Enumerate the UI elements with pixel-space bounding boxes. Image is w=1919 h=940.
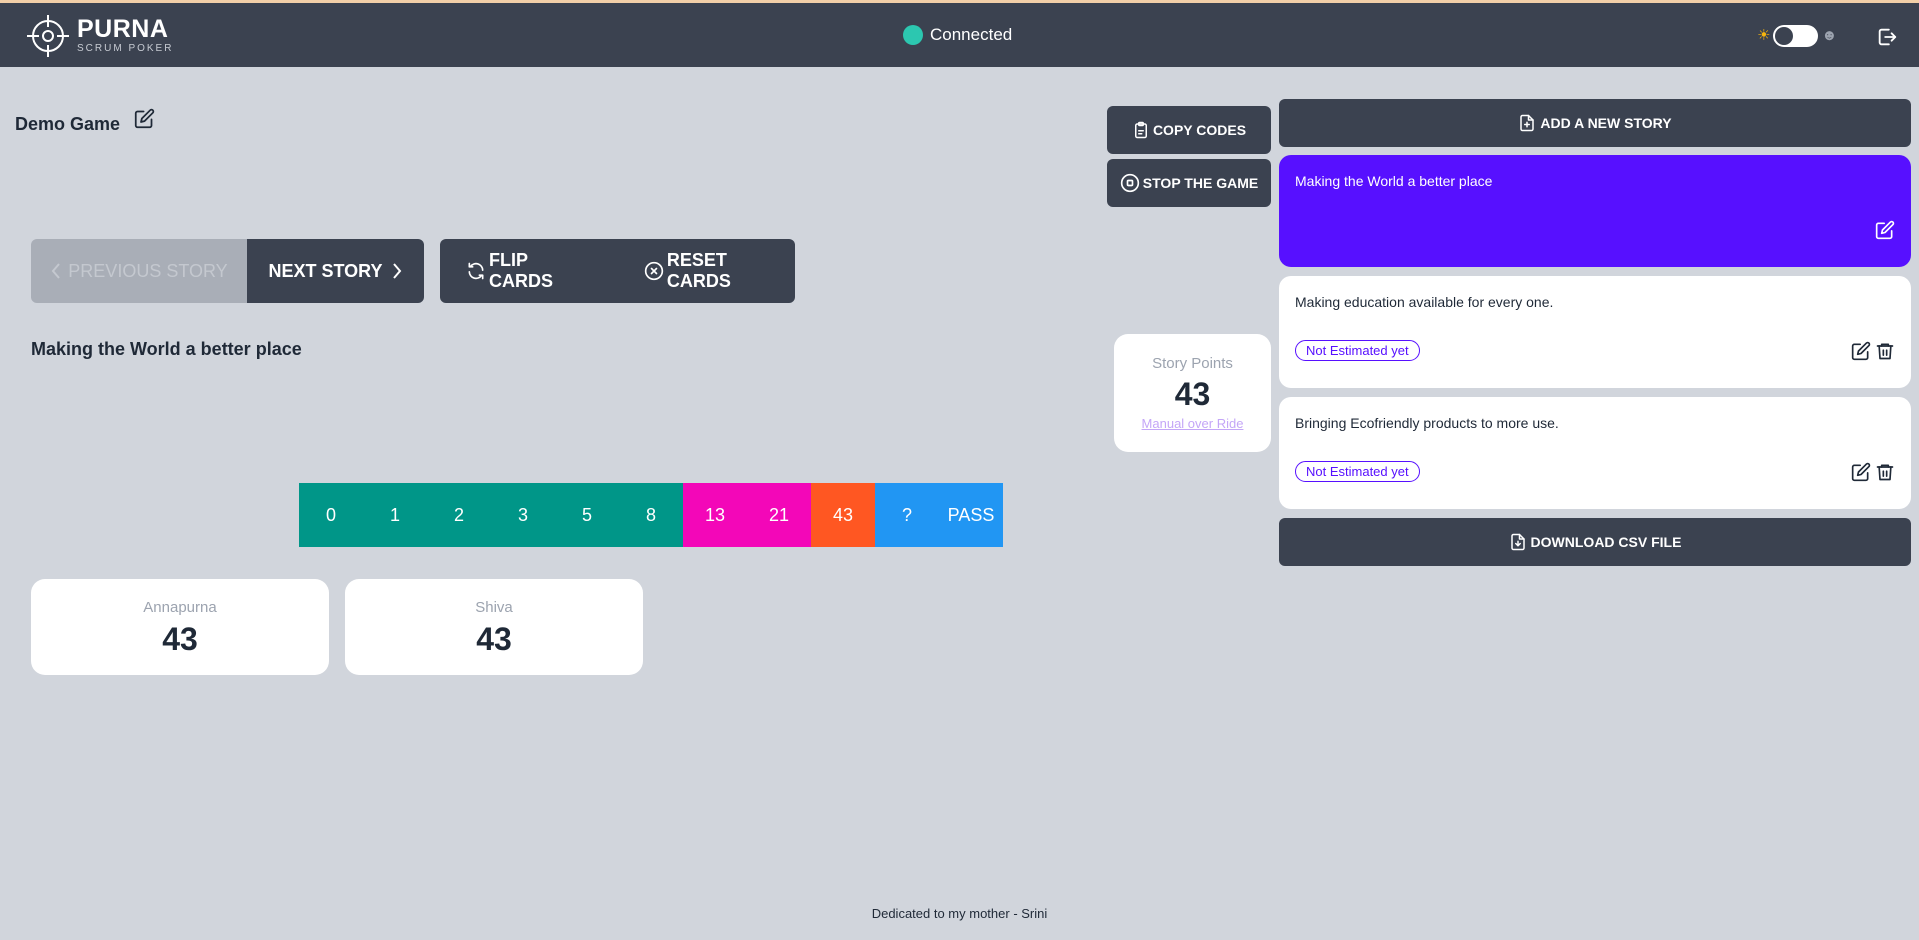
previous-story-button[interactable]: PREVIOUS STORY — [31, 239, 247, 303]
player-name: Annapurna — [143, 599, 217, 616]
moon-icon: ☻ — [1821, 27, 1838, 44]
story-item-active[interactable]: Making the World a better place — [1279, 155, 1911, 267]
poker-card[interactable]: 43 — [811, 483, 875, 547]
footer-dedication: Dedicated to my mother - Srini — [871, 906, 1048, 921]
story-navigation: PREVIOUS STORY NEXT STORY — [31, 239, 424, 303]
chevron-left-icon — [50, 262, 62, 280]
copy-codes-button[interactable]: COPY CODES — [1107, 106, 1271, 154]
logo-name: PURNA — [77, 15, 169, 43]
logo-text: PURNA SCRUM POKER — [77, 17, 173, 55]
story-title: Making the World a better place — [1295, 173, 1493, 189]
story-actions — [1851, 341, 1895, 361]
story-item[interactable]: Making education available for every one… — [1279, 276, 1911, 388]
file-download-icon — [1509, 532, 1527, 552]
story-actions — [1851, 462, 1895, 482]
poker-card[interactable]: 3 — [491, 483, 555, 547]
poker-card[interactable]: PASS — [939, 483, 1003, 547]
connection-dot-icon — [903, 25, 923, 45]
file-plus-icon — [1518, 113, 1536, 133]
next-story-button[interactable]: NEXT STORY — [247, 239, 424, 303]
connection-label: Connected — [930, 25, 1013, 44]
story-points-card: Story Points 43 Manual over Ride — [1114, 334, 1271, 452]
reset-cards-label: RESET CARDS — [666, 250, 731, 291]
theme-toggle[interactable] — [1773, 25, 1819, 47]
poker-card[interactable]: 2 — [427, 483, 491, 547]
story-title: Bringing Ecofriendly products to more us… — [1295, 415, 1559, 431]
copy-codes-label: COPY CODES — [1152, 122, 1247, 138]
clipboard-icon — [1132, 120, 1150, 140]
toggle-knob — [1775, 27, 1794, 45]
logout-icon[interactable] — [1876, 26, 1898, 48]
story-points-label: Story Points — [1152, 355, 1233, 372]
edit-story-icon[interactable] — [1851, 462, 1871, 482]
flip-cards-button[interactable]: FLIP CARDS — [466, 250, 596, 292]
poker-card[interactable]: 21 — [747, 483, 811, 547]
poker-card[interactable]: ? — [875, 483, 939, 547]
reset-cards-button[interactable]: RESET CARDS — [644, 250, 795, 292]
trash-icon[interactable] — [1875, 462, 1895, 482]
edit-game-title-icon[interactable] — [134, 108, 155, 129]
add-story-button[interactable]: ADD A NEW STORY — [1279, 99, 1911, 147]
story-item[interactable]: Bringing Ecofriendly products to more us… — [1279, 397, 1911, 509]
app-logo[interactable]: PURNA SCRUM POKER — [26, 14, 173, 58]
story-title: Making education available for every one… — [1295, 294, 1554, 310]
download-csv-button[interactable]: DOWNLOAD CSV FILE — [1279, 518, 1911, 566]
sun-icon: ☀ — [1757, 27, 1771, 44]
current-story-title: Making the World a better place — [31, 339, 302, 359]
poker-card[interactable]: 8 — [619, 483, 683, 547]
trash-icon[interactable] — [1875, 341, 1895, 361]
poker-card[interactable]: 0 — [299, 483, 363, 547]
player-vote: 43 — [476, 621, 512, 657]
poker-card[interactable]: 5 — [555, 483, 619, 547]
crosshair-logo-icon — [26, 14, 70, 58]
connection-status: Connected — [903, 25, 1012, 45]
previous-story-label: PREVIOUS STORY — [68, 260, 228, 281]
manual-override-link[interactable]: Manual over Ride — [1114, 416, 1271, 431]
theme-switch: ☀ ☻ — [1757, 25, 1837, 47]
player-card: Shiva 43 — [345, 579, 643, 675]
logo-subtitle: SCRUM POKER — [77, 43, 174, 54]
stop-game-label: STOP THE GAME — [1142, 175, 1259, 191]
edit-story-icon[interactable] — [1875, 220, 1895, 240]
poker-card[interactable]: 1 — [363, 483, 427, 547]
refresh-icon — [466, 261, 486, 281]
player-card: Annapurna 43 — [31, 579, 329, 675]
next-story-label: NEXT STORY — [268, 260, 383, 281]
close-circle-icon — [644, 261, 664, 281]
edit-story-icon[interactable] — [1851, 341, 1871, 361]
story-points-value: 43 — [1174, 376, 1211, 412]
download-csv-label: DOWNLOAD CSV FILE — [1530, 534, 1682, 550]
card-actions: FLIP CARDS RESET CARDS — [440, 239, 795, 303]
chevron-right-icon — [391, 262, 403, 280]
top-navbar: PURNA SCRUM POKER Connected ☀ ☻ — [0, 0, 1919, 67]
stop-circle-icon — [1120, 173, 1140, 193]
estimate-status-badge: Not Estimated yet — [1295, 461, 1420, 482]
player-vote: 43 — [162, 621, 198, 657]
poker-card[interactable]: 13 — [683, 483, 747, 547]
player-name: Shiva — [475, 599, 513, 616]
stop-game-button[interactable]: STOP THE GAME — [1107, 159, 1271, 207]
add-story-label: ADD A NEW STORY — [1540, 115, 1672, 131]
estimate-status-badge: Not Estimated yet — [1295, 340, 1420, 361]
flip-cards-label: FLIP CARDS — [489, 250, 554, 291]
game-title: Demo Game — [15, 114, 121, 134]
card-deck: 0 1 2 3 5 8 13 21 43? PASS — [299, 483, 1003, 547]
